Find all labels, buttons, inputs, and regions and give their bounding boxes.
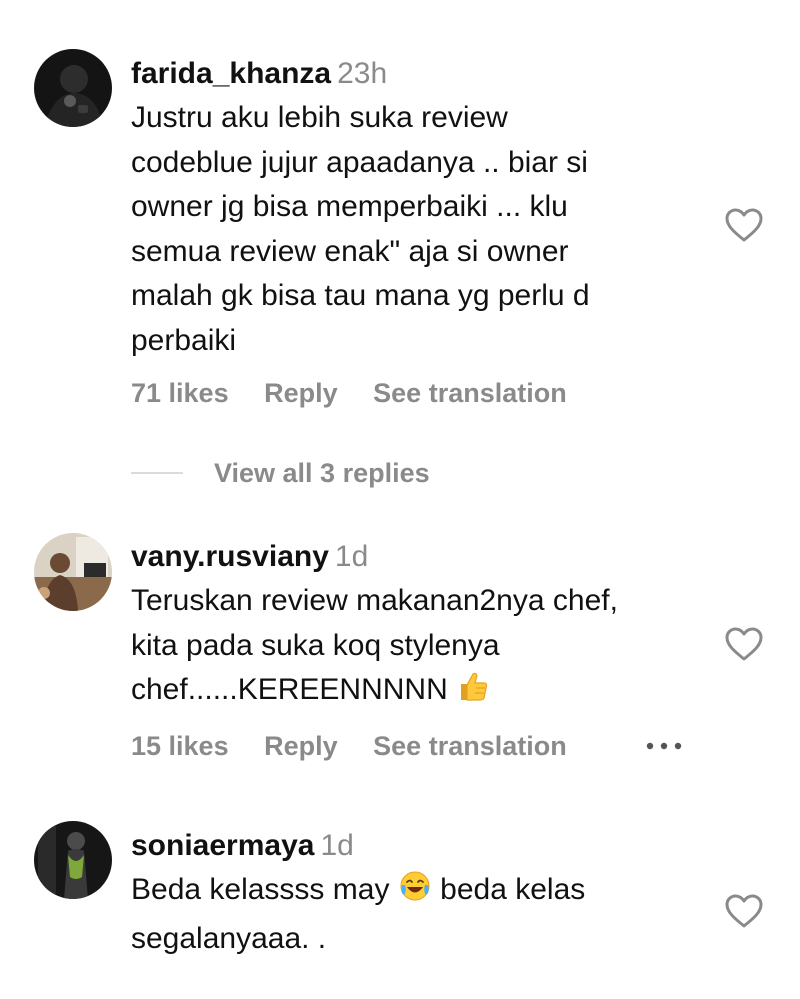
- comment-text-fragment: beda kelas: [440, 873, 586, 906]
- comment-text-fragment: chef......KEREENNNNN: [131, 673, 448, 706]
- see-translation-button[interactable]: See translation: [373, 731, 567, 761]
- view-replies-button[interactable]: View all 3 replies: [214, 455, 430, 491]
- avatar[interactable]: [34, 49, 112, 127]
- comment-text-line: codeblue jujur apaadanya .. biar si: [131, 145, 588, 179]
- avatar[interactable]: [34, 533, 112, 611]
- username-link[interactable]: vany.rusviany: [131, 540, 329, 573]
- comment-text-line: kita pada suka koq stylenya: [131, 628, 500, 662]
- like-heart-icon[interactable]: [724, 893, 764, 929]
- likes-count[interactable]: 15 likes: [131, 731, 229, 761]
- comment-timestamp: 23h: [337, 57, 388, 90]
- replies-divider: [131, 472, 183, 474]
- thumbs-up-icon: [456, 669, 490, 717]
- likes-count[interactable]: 71 likes: [131, 378, 229, 408]
- comment-text-line: segalanyaaa. .: [131, 921, 327, 955]
- comment-header: vany.rusviany 1d: [131, 537, 711, 577]
- comment-timestamp: 1d: [320, 829, 354, 862]
- comment-text-line: Teruskan review makanan2nya chef,: [131, 584, 618, 617]
- user-avatar-dark-icon: [34, 49, 112, 127]
- see-translation-button[interactable]: See translation: [373, 378, 567, 408]
- more-options-icon[interactable]: [644, 736, 684, 756]
- username-link[interactable]: farida_khanza: [131, 57, 331, 90]
- comment-text-fragment: Beda kelassss may: [131, 873, 390, 906]
- view-replies: View all 3 replies: [131, 455, 531, 491]
- comment-text-line: semua review enak" aja si owner: [131, 234, 569, 268]
- comment-timestamp: 1d: [334, 540, 369, 573]
- comment-text-line: chef......KEREENNNNN: [131, 668, 711, 717]
- comment-actions: 71 likes Reply See translation: [131, 375, 567, 411]
- like-heart-icon[interactable]: [724, 626, 764, 662]
- comment-text-line: malah gk bisa tau mana yg perlu d: [131, 279, 590, 312]
- comment-text-line: perbaiki: [131, 323, 237, 357]
- comment-header: soniaermaya 1d: [131, 826, 711, 866]
- like-heart-icon[interactable]: [724, 207, 764, 243]
- comment-text: Justru aku lebih suka review codeblue ju…: [131, 96, 711, 363]
- comment-header: farida_khanza 23h: [131, 54, 711, 94]
- comment-text: Teruskan review makanan2nya chef, kita p…: [131, 579, 711, 717]
- reply-button[interactable]: Reply: [264, 731, 338, 761]
- avatar[interactable]: [34, 821, 112, 899]
- user-avatar-dark-icon: [34, 821, 112, 899]
- comment-text-line: Justru aku lebih suka review: [131, 101, 508, 134]
- comment-text-line: Beda kelassss may beda kelas: [131, 868, 711, 917]
- comment-actions: 15 likes Reply See translation: [131, 728, 567, 764]
- comment-text: Beda kelassss may beda kelas segalanyaaa…: [131, 868, 711, 961]
- reply-button[interactable]: Reply: [264, 378, 338, 408]
- comment-text-line: owner jg bisa memperbaiki ... klu: [131, 190, 568, 223]
- tears-of-joy-icon: [398, 869, 432, 917]
- username-link[interactable]: soniaermaya: [131, 829, 314, 862]
- user-avatar-photo-icon: [34, 533, 112, 611]
